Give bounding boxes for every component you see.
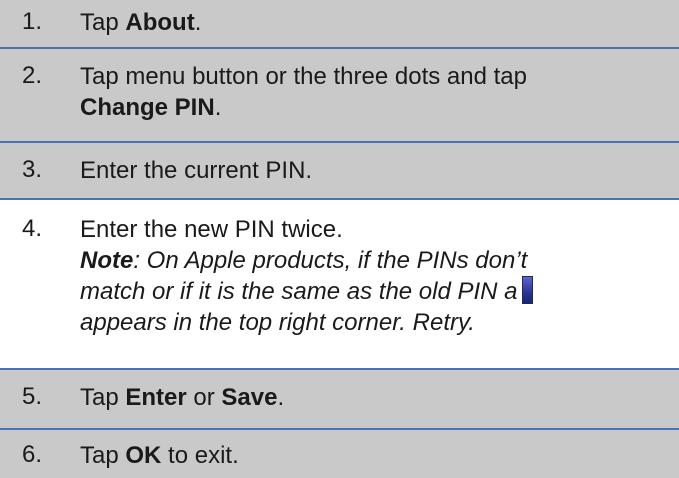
step-number: 2. — [22, 62, 43, 89]
step-number: 3. — [22, 156, 43, 183]
step-text: Enter the current PIN. — [80, 157, 313, 184]
note-line: match or if it is the same as the old PI… — [80, 276, 679, 307]
step-number: 1. — [22, 8, 43, 35]
note-line: appears in the top right corner. Retry. — [80, 309, 475, 336]
instruction-steps: 1. Tap About. 2. Tap menu button or the … — [0, 0, 679, 478]
step-text: Tap About. — [80, 9, 202, 36]
step-row-3: 3. Enter the current PIN. — [0, 143, 679, 200]
step-text: Tap menu button or the three dots and ta… — [80, 63, 527, 121]
about-term: About — [125, 9, 195, 36]
step-number: 5. — [22, 383, 43, 410]
note-line: Note: On Apple products, if the PINs don… — [80, 247, 528, 274]
step-row-6: 6. Tap OK to exit. — [0, 430, 679, 478]
save-term: Save — [221, 384, 278, 411]
change-pin-term: Change PIN — [80, 94, 215, 121]
step-text: Tap Enter or Save. — [80, 384, 285, 411]
step-number: 4. — [22, 215, 43, 242]
step-text: Tap OK to exit. — [80, 442, 239, 469]
step-row-2: 2. Tap menu button or the three dots and… — [0, 49, 679, 143]
error-badge-icon — [521, 276, 533, 304]
step-row-4: 4. Enter the new PIN twice. Note: On App… — [0, 200, 679, 370]
note-label: Note — [80, 247, 134, 274]
step-number: 6. — [22, 441, 43, 468]
step-text: Enter the new PIN twice. Note: On Apple … — [80, 214, 679, 338]
ok-term: OK — [125, 442, 162, 469]
step-row-1: 1. Tap About. — [0, 0, 679, 49]
enter-term: Enter — [125, 384, 187, 411]
step-row-5: 5. Tap Enter or Save. — [0, 370, 679, 430]
